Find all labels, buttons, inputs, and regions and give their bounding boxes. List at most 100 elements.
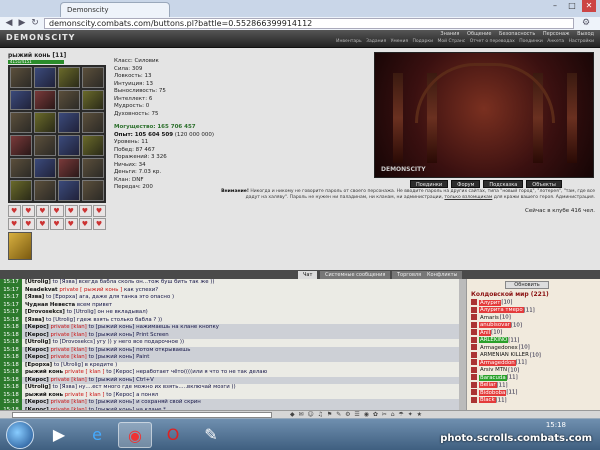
- equipment-slot[interactable]: [82, 134, 104, 156]
- menu-security[interactable]: Безопасность: [499, 31, 535, 37]
- equipment-slot[interactable]: [10, 180, 32, 201]
- chat-author[interactable]: [Utrolig]: [25, 339, 51, 345]
- clan-member[interactable]: Алурита тмеро[11]: [471, 306, 597, 315]
- chat-author[interactable]: рыжий конь: [25, 392, 63, 398]
- submenu-skills[interactable]: Умения: [391, 39, 408, 44]
- chat-author[interactable]: [Utrolig]: [25, 384, 51, 390]
- equipment-slot[interactable]: [34, 112, 56, 133]
- chat-scrollbar[interactable]: [459, 279, 466, 410]
- heart-icon[interactable]: [8, 218, 22, 230]
- item-slot[interactable]: [8, 232, 32, 260]
- clan-member[interactable]: Beliar[11]: [471, 381, 597, 390]
- member-name[interactable]: Armagedonex: [479, 345, 519, 351]
- equipment-slot[interactable]: [82, 180, 104, 201]
- equipment-slot[interactable]: [10, 89, 32, 111]
- chat-author[interactable]: рыжий конь: [25, 369, 63, 375]
- chat-author[interactable]: Чудная Невеста: [25, 302, 75, 308]
- wrench-icon[interactable]: ⚙: [580, 18, 592, 29]
- submenu-my-page[interactable]: Мой Странс: [438, 39, 466, 44]
- chat-author[interactable]: [Utrolig]: [25, 279, 51, 285]
- clan-member[interactable]: Armagedonex[10]: [471, 344, 597, 352]
- member-name[interactable]: Baracuda: [479, 374, 507, 381]
- start-button[interactable]: [6, 421, 34, 449]
- equipment-slot[interactable]: [58, 112, 80, 133]
- heart-icon[interactable]: [50, 205, 64, 217]
- member-name[interactable]: Алурита тмеро: [479, 307, 524, 313]
- address-bar[interactable]: demonscity.combats.com/buttons.pl?battle…: [44, 18, 574, 29]
- clan-member[interactable]: ARMENIAN KILLER[10]: [471, 351, 597, 360]
- member-name[interactable]: ARMENIAN KILLER: [479, 352, 530, 358]
- member-name[interactable]: Bidoboba: [479, 389, 507, 396]
- equipment-slot[interactable]: [58, 134, 80, 156]
- chat-author[interactable]: [Керос]: [25, 324, 49, 330]
- chat-author[interactable]: [Керос]: [25, 399, 49, 405]
- clan-member[interactable]: Anil[10]: [471, 329, 597, 337]
- chat-author[interactable]: [Керос]: [25, 377, 49, 383]
- member-name[interactable]: Armageddon: [479, 359, 516, 366]
- heart-icon[interactable]: [78, 205, 92, 217]
- equipment-slot[interactable]: [34, 180, 56, 201]
- tab-conflicts[interactable]: Конфликты: [422, 271, 463, 279]
- chat-author[interactable]: [Керос]: [25, 347, 49, 353]
- chat-author[interactable]: [Drovosekcs]: [25, 309, 65, 315]
- chrome-icon[interactable]: ◉: [118, 422, 152, 448]
- chat-author[interactable]: [Керос]: [25, 354, 49, 360]
- heart-icon[interactable]: [92, 218, 106, 230]
- refresh-button[interactable]: Обновить: [505, 281, 549, 289]
- forward-arrow-icon[interactable]: ▶: [16, 18, 28, 29]
- minimize-icon[interactable]: –: [548, 0, 562, 12]
- tab-trade[interactable]: Торговля: [392, 271, 427, 279]
- clan-member[interactable]: Bidoboba[11]: [471, 389, 597, 397]
- clan-member[interactable]: Amaris[10]: [471, 314, 597, 322]
- heart-icon[interactable]: [64, 218, 78, 230]
- equipment-slot[interactable]: [10, 112, 32, 133]
- equipment-slot[interactable]: [34, 89, 56, 111]
- equipment-slot[interactable]: [82, 112, 104, 133]
- member-name[interactable]: anubisovar: [479, 322, 511, 328]
- equipment-slot[interactable]: [58, 157, 80, 179]
- hint-button[interactable]: Подсказка: [483, 180, 524, 188]
- member-name[interactable]: Arsiv MTN: [479, 367, 508, 373]
- paint-icon[interactable]: ✎: [194, 422, 228, 448]
- equipment-slot[interactable]: [34, 67, 56, 88]
- tab-chat[interactable]: Чат: [298, 271, 318, 279]
- submenu-battles[interactable]: Поединки: [519, 39, 543, 44]
- clan-member[interactable]: Black[11]: [471, 396, 597, 405]
- close-icon[interactable]: ✕: [582, 0, 596, 12]
- clan-member[interactable]: Armageddon[11]: [471, 359, 597, 367]
- menu-character[interactable]: Персонаж: [543, 31, 570, 37]
- media-player-icon[interactable]: ▶: [42, 422, 76, 448]
- chat-author[interactable]: [Керос]: [25, 332, 49, 338]
- heart-icon[interactable]: [22, 205, 36, 217]
- chat-author[interactable]: [Язва]: [25, 317, 44, 323]
- member-name[interactable]: Black: [479, 397, 496, 403]
- chat-author[interactable]: [Язва]: [25, 294, 44, 300]
- chat-author[interactable]: Neadekvat: [25, 287, 58, 293]
- member-name[interactable]: ARLEKINO: [479, 337, 509, 343]
- equipment-slot[interactable]: [10, 134, 32, 156]
- submenu-gifts[interactable]: Подарки: [413, 39, 434, 44]
- heart-icon[interactable]: [22, 218, 36, 230]
- tab-system[interactable]: Системные сообщения: [320, 271, 391, 279]
- heart-icon[interactable]: [8, 205, 22, 217]
- heart-icon[interactable]: [78, 218, 92, 230]
- objects-button[interactable]: Объекты: [526, 180, 562, 188]
- member-name[interactable]: Anil: [479, 329, 492, 336]
- equipment-slot[interactable]: [82, 157, 104, 179]
- chat-author[interactable]: [Ерорха]: [25, 362, 52, 368]
- clan-member[interactable]: Arsiv MTN[10]: [471, 366, 597, 375]
- heart-icon[interactable]: [64, 205, 78, 217]
- menu-knowledge[interactable]: Знания: [440, 31, 459, 37]
- equipment-slot[interactable]: [10, 157, 32, 179]
- equipment-slot[interactable]: [82, 89, 104, 111]
- equipment-slot[interactable]: [58, 89, 80, 111]
- clan-member[interactable]: ARLEKINO[11]: [471, 336, 597, 345]
- member-name[interactable]: Amaris: [479, 315, 500, 321]
- submenu-transfers[interactable]: Отчет о переводах: [470, 39, 515, 44]
- reload-icon[interactable]: ↻: [29, 18, 41, 29]
- back-arrow-icon[interactable]: ◀: [3, 18, 15, 29]
- heart-icon[interactable]: [50, 218, 64, 230]
- internet-explorer-icon[interactable]: e: [80, 422, 114, 448]
- opera-icon[interactable]: O: [156, 422, 190, 448]
- warning-link[interactable]: только взломщикам: [444, 195, 492, 200]
